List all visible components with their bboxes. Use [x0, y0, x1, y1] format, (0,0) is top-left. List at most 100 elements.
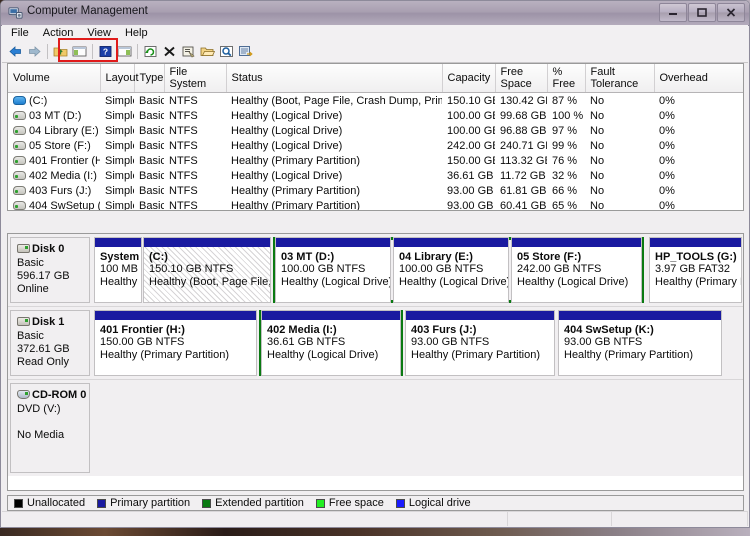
menu-item-view[interactable]: View	[87, 27, 111, 39]
disk-header-0[interactable]: Disk 0 Basic 596.17 GB Online	[10, 237, 90, 303]
cell-type: Basic	[139, 94, 164, 107]
column-header-fault-tolerance[interactable]: Fault Tolerance	[585, 64, 655, 93]
refresh-button[interactable]	[141, 43, 160, 61]
table-row[interactable]: 403 Furs (J:) Simple Basic NTFS Healthy (Pri…	[8, 183, 743, 198]
status-cell-3	[612, 512, 748, 526]
cell-file-system: NTFS	[169, 124, 198, 137]
cell-fault-tolerance: No	[590, 184, 605, 197]
cell-percent-free: 87 %	[552, 94, 578, 107]
show-hide-action-pane-button[interactable]	[115, 43, 134, 61]
export-list-button[interactable]	[236, 43, 255, 61]
partition-block[interactable]: HP_TOOLS (G:) 3.97 GB FAT32 Healthy (Prima…	[649, 237, 742, 303]
column-header-file-system[interactable]: File System	[164, 64, 227, 93]
partition-title: 04 Library (E:)	[399, 251, 473, 263]
disk-graphical-view[interactable]: Disk 0 Basic 596.17 GB Online System R10…	[7, 233, 744, 491]
partition-block[interactable]: (C:) 150.10 GB NTFS Healthy (Boot, Page Fi…	[143, 237, 271, 303]
cell-layout: Simple	[105, 184, 134, 197]
table-row[interactable]: 401 Frontier (H:) Simple Basic NTFS Healthy …	[8, 153, 743, 168]
close-button[interactable]	[717, 3, 745, 22]
minimize-button[interactable]	[659, 3, 687, 22]
partition-block[interactable]: 404 SwSetup (K:) 93.00 GB NTFS Healthy (Pr…	[558, 310, 722, 376]
action-pane-panel-icon	[117, 46, 132, 57]
disk-header-cdrom-0[interactable]: CD-ROM 0 DVD (V:) No Media	[10, 383, 90, 473]
up-folder-button[interactable]	[51, 43, 70, 61]
partition-status: Healthy (Boot, Page File, Cras	[149, 276, 271, 288]
menu-bar: File Action View Help	[2, 25, 748, 42]
table-row[interactable]: 404 SwSetup (K:) Simple Basic NTFS Healthy (…	[8, 198, 743, 211]
toolbar: ?	[2, 41, 748, 63]
cell-volume: 403 Furs (J:)	[8, 183, 100, 198]
cell-status: Healthy (Logical Drive)	[231, 169, 343, 182]
table-row[interactable]: 402 Media (I:) Simple Basic NTFS Healthy (Lo…	[8, 168, 743, 183]
column-header-layout[interactable]: Layout	[100, 64, 139, 93]
disk-type-1: Basic	[17, 330, 44, 342]
partition-block[interactable]: 04 Library (E:) 100.00 GB NTFS Healthy (Lo…	[393, 237, 509, 303]
status-bar	[2, 511, 748, 526]
delete-button[interactable]	[160, 43, 179, 61]
legend-label: Primary partition	[110, 497, 191, 509]
cell-status: Healthy (Primary Partition)	[231, 199, 360, 211]
disk-state-0: Online	[17, 283, 49, 295]
column-header-volume[interactable]: Volume	[8, 64, 101, 93]
back-button[interactable]	[6, 43, 25, 61]
cell-status: Healthy (Logical Drive)	[231, 124, 343, 137]
forward-button[interactable]	[25, 43, 44, 61]
window-title: Computer Management	[27, 5, 148, 17]
column-header-percent-free[interactable]: % Free	[547, 64, 586, 93]
legend-item: Unallocated	[14, 497, 85, 509]
partition-capacity-bar	[144, 238, 270, 247]
help-button[interactable]: ?	[96, 43, 115, 61]
cell-type: Basic	[139, 154, 164, 167]
properties-button[interactable]	[179, 43, 198, 61]
status-cell-1	[2, 512, 508, 526]
window-controls	[659, 3, 745, 22]
legend-label: Free space	[328, 497, 384, 509]
partition-status: Healthy (Logical Drive)	[267, 349, 379, 361]
legend-item: Primary partition	[97, 497, 190, 509]
column-header-status[interactable]: Status	[226, 64, 443, 93]
cell-volume: 401 Frontier (H:)	[8, 153, 100, 168]
cell-capacity: 100.00 GB	[447, 124, 495, 137]
disk-header-1[interactable]: Disk 1 Basic 372.61 GB Read Only	[10, 310, 90, 376]
refresh-icon	[144, 46, 157, 57]
partition-capacity-bar	[276, 238, 390, 247]
cell-layout: Simple	[105, 94, 134, 107]
table-row[interactable]: (C:) Simple Basic NTFS Healthy (Boot, Page F…	[8, 93, 743, 109]
partition-title: 401 Frontier (H:)	[100, 324, 185, 336]
column-header-capacity[interactable]: Capacity	[442, 64, 496, 93]
title-bar[interactable]: Computer Management	[1, 1, 749, 26]
table-row[interactable]: 03 MT (D:) Simple Basic NTFS Healthy (Logica…	[8, 108, 743, 123]
cell-overhead: 0%	[659, 169, 675, 182]
column-header-free-space[interactable]: Free Space	[495, 64, 548, 93]
toolbar-separator-3	[137, 44, 138, 59]
table-row[interactable]: 05 Store (F:) Simple Basic NTFS Healthy (Log…	[8, 138, 743, 153]
maximize-button[interactable]	[688, 3, 716, 22]
disk-0-partitions: System R100 MB NHealthy ((C:)150.10 GB N…	[94, 237, 742, 303]
cell-overhead: 0%	[659, 154, 675, 167]
legend-swatch	[395, 498, 405, 508]
partition-block[interactable]: 05 Store (F:) 242.00 GB NTFS Healthy (Logi…	[511, 237, 642, 303]
cdrom-empty-pane	[94, 383, 740, 473]
partition-block[interactable]: 03 MT (D:) 100.00 GB NTFS Healthy (Logical…	[275, 237, 391, 303]
show-hide-console-tree-button[interactable]	[70, 43, 89, 61]
cell-percent-free: 65 %	[552, 199, 578, 211]
column-header-overhead[interactable]: Overhead	[654, 64, 743, 93]
disk-1-partitions: 401 Frontier (H:) 150.00 GB NTFS Healthy (…	[94, 310, 740, 376]
menu-item-file[interactable]: File	[11, 27, 29, 39]
partition-title: 402 Media (I:)	[267, 324, 337, 336]
partition-block[interactable]: System R100 MB NHealthy (	[94, 237, 142, 303]
search-button[interactable]	[217, 43, 236, 61]
partition-block[interactable]: 403 Furs (J:) 93.00 GB NTFS Healthy (Prima…	[405, 310, 555, 376]
cell-volume: 05 Store (F:)	[8, 138, 100, 153]
open-button[interactable]	[198, 43, 217, 61]
cell-type: Basic	[139, 109, 164, 122]
partition-title: 404 SwSetup (K:)	[564, 324, 654, 336]
partition-block[interactable]: 401 Frontier (H:) 150.00 GB NTFS Healthy (…	[94, 310, 257, 376]
menu-item-action[interactable]: Action	[43, 27, 74, 39]
disk-name-1: Disk 1	[17, 316, 89, 328]
partition-block[interactable]: 402 Media (I:) 36.61 GB NTFS Healthy (Logi…	[261, 310, 401, 376]
volume-list[interactable]: Volume Layout Type File System Status Ca…	[7, 63, 744, 211]
partition-size: 3.97 GB FAT32	[655, 263, 731, 275]
table-row[interactable]: 04 Library (E:) Simple Basic NTFS Healthy (L…	[8, 123, 743, 138]
menu-item-help[interactable]: Help	[125, 27, 148, 39]
